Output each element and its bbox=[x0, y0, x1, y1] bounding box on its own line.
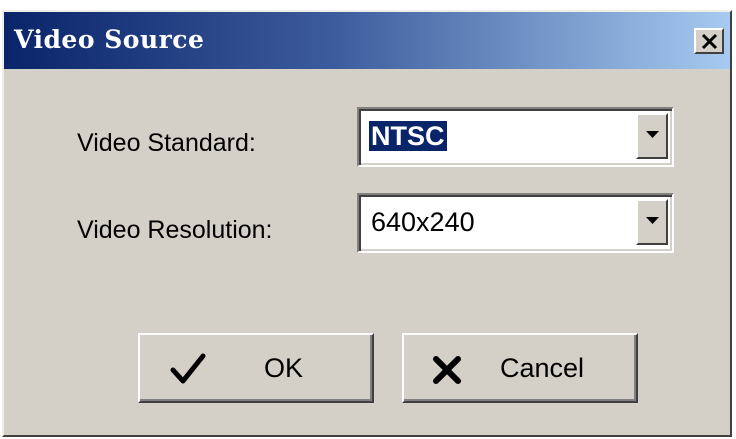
video-source-dialog: Video Source Video Standard: NTSC Video … bbox=[2, 10, 732, 437]
close-icon bbox=[701, 33, 718, 50]
video-resolution-value: 640x240 bbox=[371, 207, 475, 237]
chevron-down-icon bbox=[646, 217, 659, 224]
close-button[interactable] bbox=[694, 28, 724, 54]
video-standard-value: NTSC bbox=[369, 121, 447, 151]
dialog-title: Video Source bbox=[14, 25, 205, 54]
video-standard-dropdown-button[interactable] bbox=[636, 113, 668, 159]
video-standard-label: Video Standard: bbox=[77, 129, 256, 157]
video-resolution-dropdown-button[interactable] bbox=[636, 199, 668, 245]
cancel-button[interactable]: Cancel bbox=[402, 333, 638, 403]
cancel-label: Cancel bbox=[500, 353, 585, 383]
ok-button[interactable]: OK bbox=[138, 333, 374, 403]
x-icon bbox=[433, 356, 461, 384]
title-bar[interactable]: Video Source bbox=[4, 12, 730, 69]
ok-label: OK bbox=[264, 353, 304, 383]
video-resolution-select[interactable]: 640x240 bbox=[357, 193, 674, 253]
checkmark-icon bbox=[170, 353, 206, 384]
chevron-down-icon bbox=[646, 131, 659, 138]
video-resolution-label: Video Resolution: bbox=[77, 216, 273, 244]
video-standard-select[interactable]: NTSC bbox=[357, 107, 674, 167]
